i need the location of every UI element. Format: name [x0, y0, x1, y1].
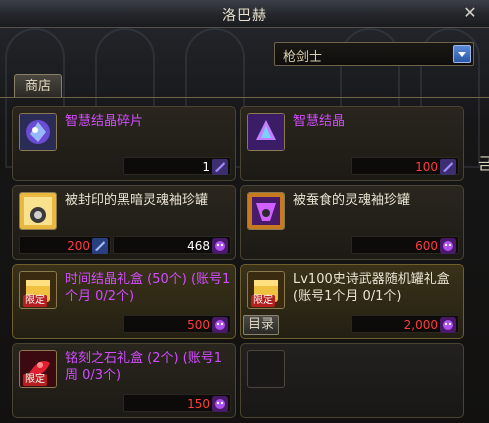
- item-name: Lv100史诗武器随机罐礼盒(账号1个月 0/1个): [293, 272, 450, 304]
- limited-badge: 限定: [251, 295, 275, 307]
- shop-item[interactable]: 限定 Lv100史诗武器随机罐礼盒(账号1个月 0/1个) 目录 2,000: [240, 264, 464, 339]
- catalog-button[interactable]: 目录: [243, 315, 279, 335]
- soul-currency-icon: [212, 396, 228, 412]
- crystal-icon: [247, 113, 285, 151]
- shop-item[interactable]: 智慧结晶 100: [240, 106, 464, 181]
- inscription-stone-icon: 限定: [19, 350, 57, 388]
- price-box: 468: [113, 236, 231, 254]
- item-price: 150: [187, 397, 210, 411]
- item-price: 500: [187, 318, 210, 332]
- limited-badge: 限定: [23, 374, 47, 386]
- shop-item[interactable]: 被封印的黑暗灵魂袖珍罐 200 468: [12, 185, 236, 260]
- soul-currency-icon: [212, 238, 228, 254]
- item-price: 600: [415, 239, 438, 253]
- chevron-down-icon[interactable]: [453, 45, 471, 63]
- window-title: 洛巴赫: [222, 8, 267, 24]
- price-box: 1: [123, 157, 231, 175]
- price-box: 150: [123, 394, 231, 412]
- item-price: 1: [202, 160, 210, 174]
- shop-item[interactable]: 智慧结晶碎片 1: [12, 106, 236, 181]
- shop-item[interactable]: 限定 时间结晶礼盒 (50个) (账号1个月 0/2个) 500: [12, 264, 236, 339]
- price-box: 100: [351, 157, 459, 175]
- crystal-currency-icon: [92, 238, 108, 254]
- eroded-soul-jar-icon: [247, 192, 285, 230]
- close-icon[interactable]: ✕: [461, 4, 479, 22]
- crystal-fragment-icon: [19, 113, 57, 151]
- price-box: 500: [123, 315, 231, 333]
- item-name: 被蚕食的灵魂袖珍罐: [293, 193, 411, 208]
- soul-currency-icon: [440, 238, 456, 254]
- shop-item[interactable]: 被蚕食的灵魂袖珍罐 600: [240, 185, 464, 260]
- item-name: 铭刻之石礼盒 (2个) (账号1周 0/3个): [65, 351, 223, 383]
- limited-badge: 限定: [23, 295, 47, 307]
- crystal-currency-icon: [212, 159, 228, 175]
- side-glyph: 금: [478, 154, 489, 173]
- item-price: 100: [415, 160, 438, 174]
- item-name: 智慧结晶碎片: [65, 114, 144, 129]
- price-box: 2,000: [351, 315, 459, 333]
- item-name: 被封印的黑暗灵魂袖珍罐: [65, 193, 209, 208]
- shop-item[interactable]: 限定 铭刻之石礼盒 (2个) (账号1周 0/3个) 150: [12, 343, 236, 418]
- soul-jar-icon: [19, 192, 57, 230]
- job-select-value: 枪剑士: [283, 50, 323, 65]
- item-name: 时间结晶礼盒 (50个) (账号1个月 0/2个): [65, 272, 231, 304]
- price-box: 600: [351, 236, 459, 254]
- job-select[interactable]: 枪剑士: [274, 42, 474, 66]
- window-titlebar[interactable]: 洛巴赫 ✕: [0, 0, 489, 28]
- tab-shop[interactable]: 商店: [14, 74, 62, 98]
- soul-currency-icon: [440, 317, 456, 333]
- item-price: 200: [67, 239, 90, 253]
- empty-slot: [247, 350, 285, 388]
- shop-panel: 智慧结晶碎片 1 智慧结晶 100 被封印的黑暗灵魂袖珍罐 200 468 被蚕…: [0, 97, 489, 423]
- item-price: 468: [187, 239, 210, 253]
- weapon-box-icon: 限定: [247, 271, 285, 309]
- item-name: 智慧结晶: [293, 114, 346, 129]
- item-price: 2,000: [403, 318, 438, 332]
- crystal-currency-icon: [440, 159, 456, 175]
- gift-box-icon: 限定: [19, 271, 57, 309]
- price-box: 200: [19, 236, 111, 254]
- shop-item-empty: [240, 343, 464, 418]
- soul-currency-icon: [212, 317, 228, 333]
